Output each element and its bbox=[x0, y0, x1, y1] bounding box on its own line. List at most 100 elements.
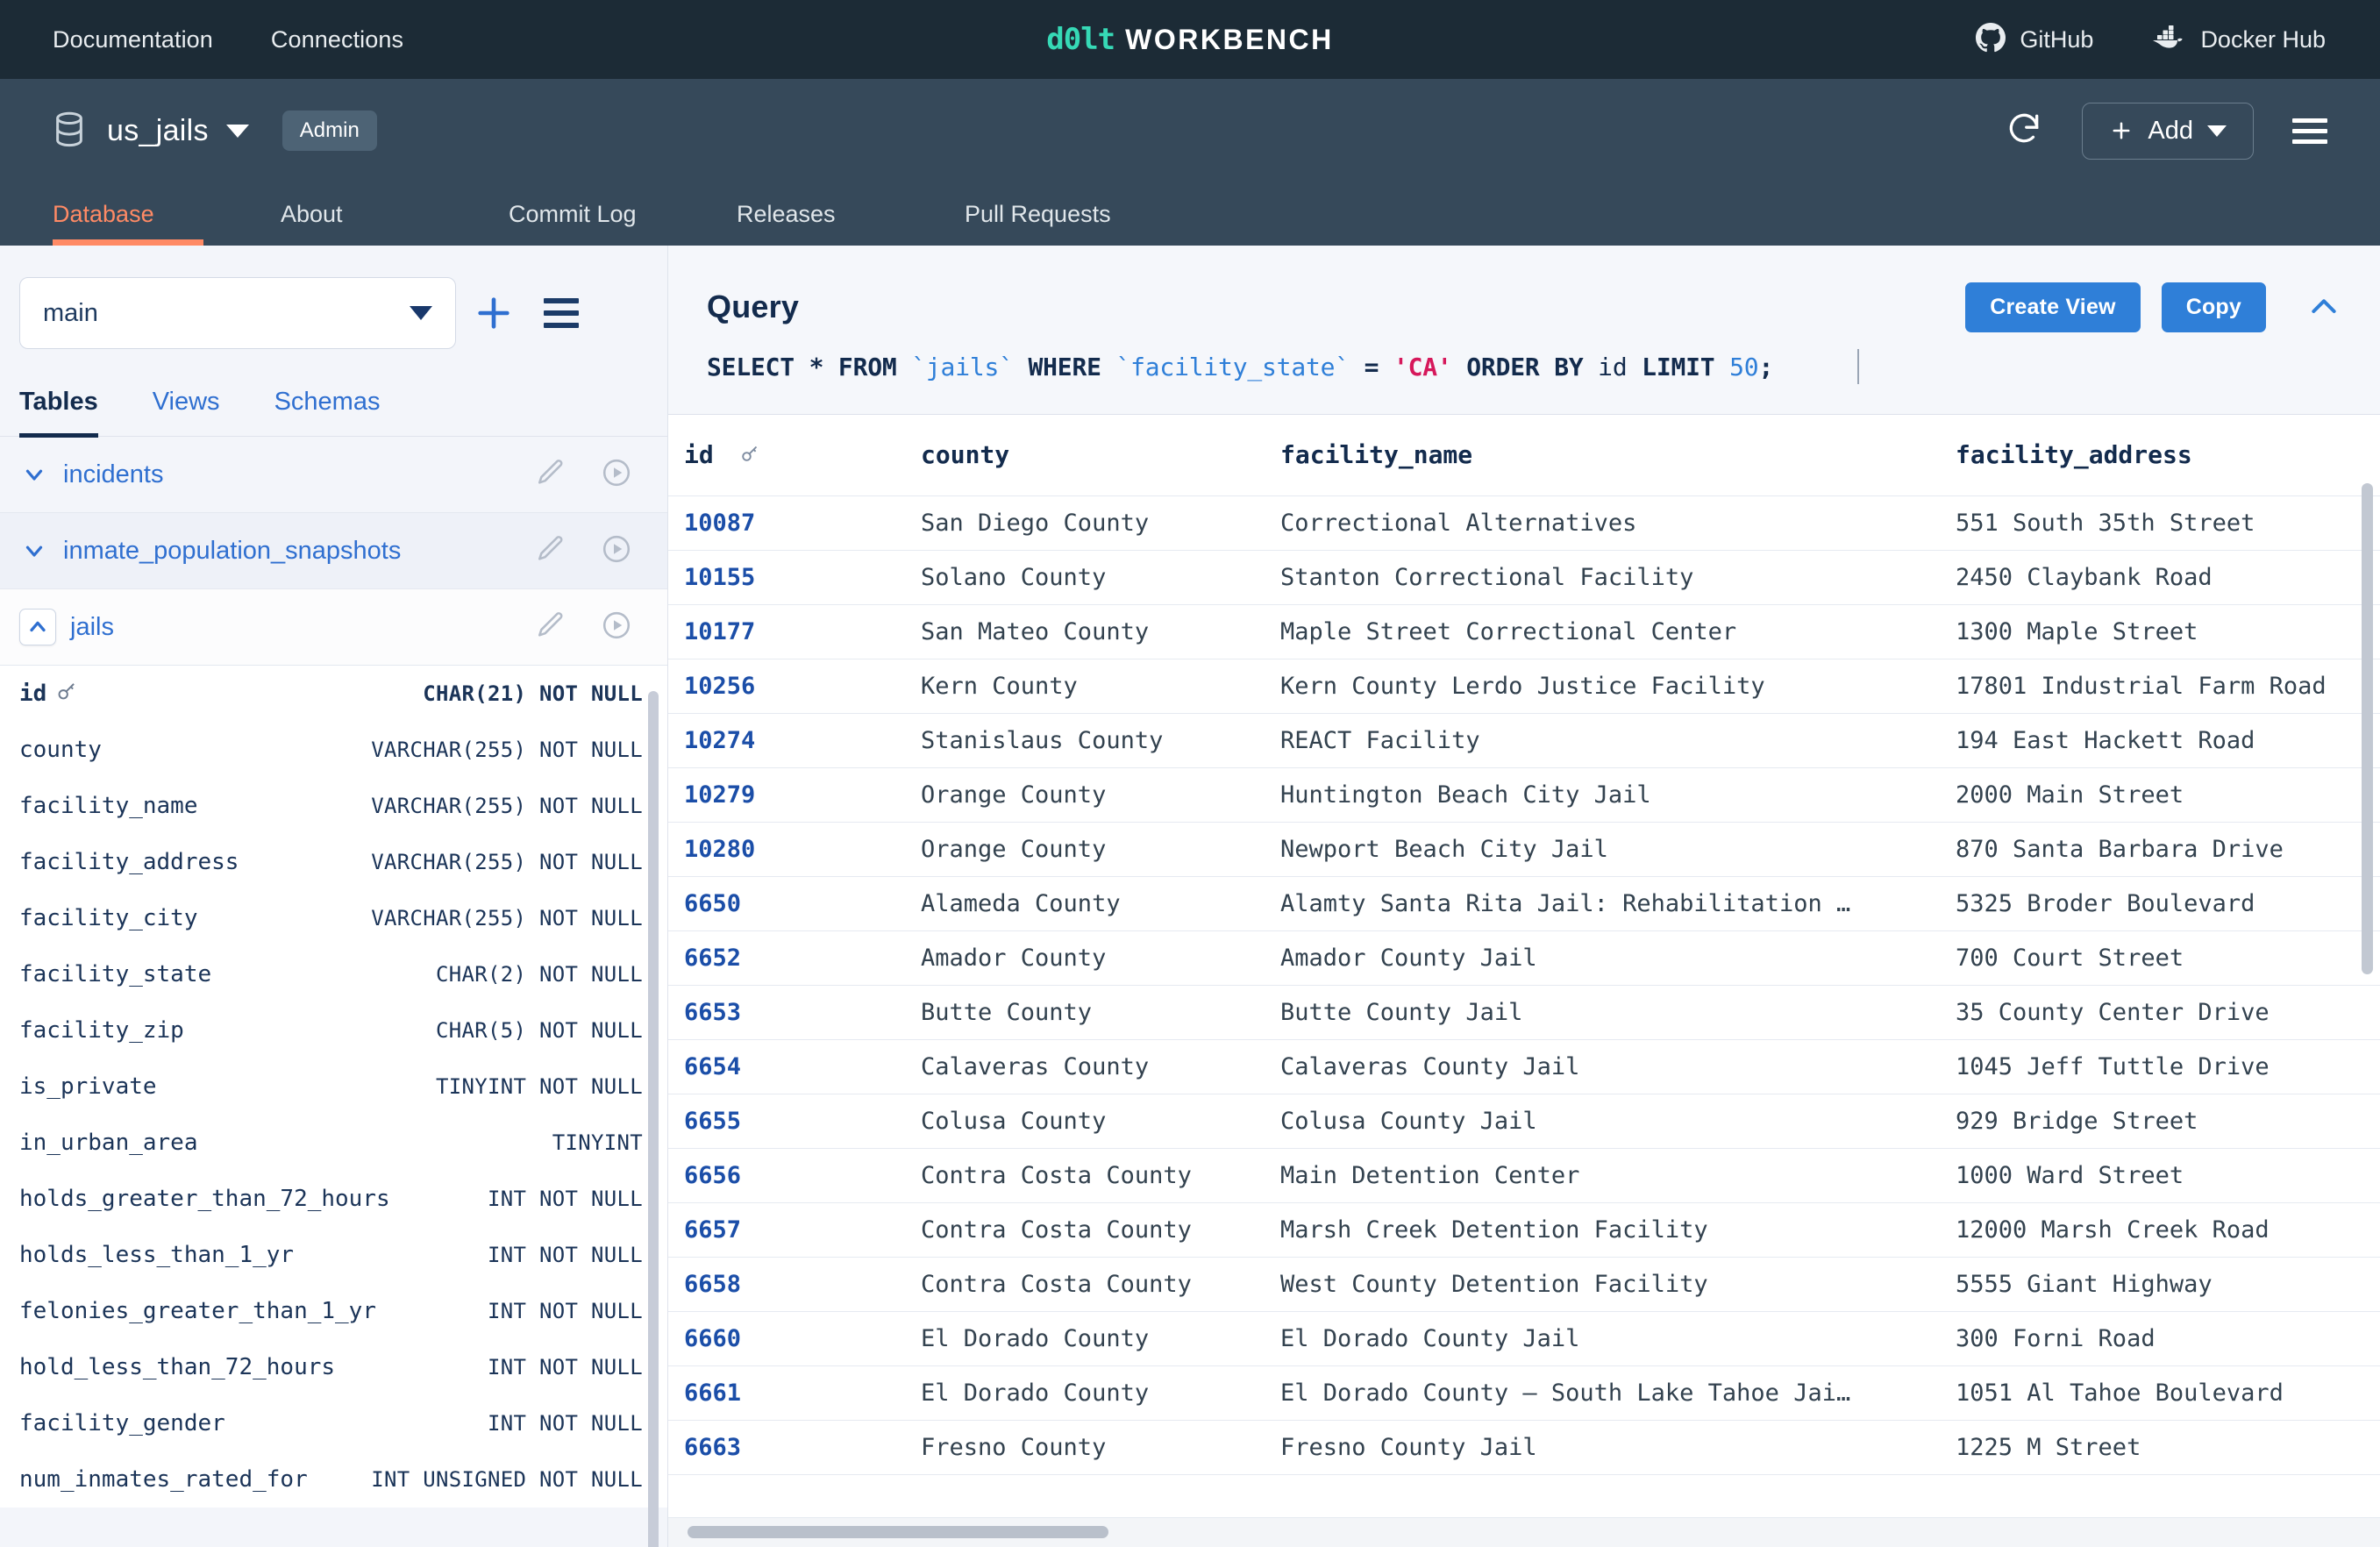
table-row[interactable]: 6654 Calaveras County Calaveras County Jai… bbox=[668, 1039, 2380, 1094]
table-row[interactable]: 6653 Butte County Butte County Jail 35 Coun… bbox=[668, 985, 2380, 1040]
column-list-item[interactable]: facility_address VARCHAR(255) NOT NULL bbox=[0, 834, 667, 890]
tab-database[interactable]: Database bbox=[53, 201, 281, 246]
table-list-item-selected[interactable]: jails bbox=[0, 589, 667, 666]
chevron-down-icon[interactable] bbox=[19, 461, 49, 488]
tab-releases[interactable]: Releases bbox=[737, 201, 965, 246]
column-list-item[interactable]: facility_city VARCHAR(255) NOT NULL bbox=[0, 890, 667, 946]
tab-pull-requests[interactable]: Pull Requests bbox=[965, 201, 1193, 246]
table-row[interactable]: 6656 Contra Costa County Main Detention Ce… bbox=[668, 1148, 2380, 1203]
column-header-facility-name[interactable]: facility_name bbox=[1265, 415, 1940, 496]
table-row[interactable]: 10256 Kern County Kern County Lerdo Justic… bbox=[668, 659, 2380, 714]
column-list-item[interactable]: hold_less_than_72_hours INT NOT NULL bbox=[0, 1339, 667, 1395]
cell-county: San Mateo County bbox=[905, 604, 1265, 659]
cell-id: 10177 bbox=[668, 604, 905, 659]
table-row[interactable]: 6655 Colusa County Colusa County Jail 929 B… bbox=[668, 1094, 2380, 1149]
app-logo[interactable]: d0lt WORKBENCH bbox=[1046, 22, 1333, 57]
run-query-icon[interactable] bbox=[601, 533, 632, 569]
github-link[interactable]: GitHub bbox=[1976, 22, 2093, 57]
sidebar-scrollbar[interactable] bbox=[648, 691, 659, 1547]
table-row[interactable]: 6663 Fresno County Fresno County Jail 1225 … bbox=[668, 1420, 2380, 1475]
sidebar-menu-button[interactable] bbox=[544, 298, 579, 328]
column-name: facility_state bbox=[19, 961, 212, 987]
sidebar-tab-schemas[interactable]: Schemas bbox=[274, 388, 381, 436]
table-row[interactable]: 10279 Orange County Huntington Beach City … bbox=[668, 767, 2380, 823]
column-name: holds_greater_than_72_hours bbox=[19, 1186, 390, 1212]
table-row[interactable]: 10280 Orange County Newport Beach City Jai… bbox=[668, 822, 2380, 877]
table-row[interactable]: 6658 Contra Costa County West County Deten… bbox=[668, 1257, 2380, 1312]
table-name[interactable]: jails bbox=[70, 613, 114, 642]
column-header-facility-address[interactable]: facility_address bbox=[1940, 415, 2380, 496]
chevron-down-icon bbox=[2207, 125, 2227, 137]
cell-facility-address: 35 County Center Drive bbox=[1940, 985, 2380, 1040]
run-query-icon[interactable] bbox=[601, 457, 632, 493]
cell-id: 6653 bbox=[668, 985, 905, 1040]
column-name: facility_city bbox=[19, 905, 198, 931]
table-row[interactable]: 6652 Amador County Amador County Jail 700 C… bbox=[668, 930, 2380, 986]
add-table-button[interactable] bbox=[456, 293, 531, 333]
column-header-county[interactable]: county bbox=[905, 415, 1265, 496]
sidebar-tab-views[interactable]: Views bbox=[153, 388, 220, 436]
column-list-item[interactable]: facility_zip CHAR(5) NOT NULL bbox=[0, 1002, 667, 1059]
table-list-item[interactable]: incidents bbox=[0, 437, 667, 513]
chevron-down-icon[interactable] bbox=[225, 124, 249, 138]
tab-commit-log[interactable]: Commit Log bbox=[509, 201, 737, 246]
chevron-down-icon[interactable] bbox=[19, 538, 49, 564]
chevron-up-icon[interactable] bbox=[19, 609, 56, 645]
admin-badge[interactable]: Admin bbox=[281, 110, 377, 151]
run-query-icon[interactable] bbox=[601, 610, 632, 645]
create-view-button[interactable]: Create View bbox=[1965, 282, 2141, 332]
table-row[interactable]: 10087 San Diego County Correctional Altern… bbox=[668, 495, 2380, 551]
database-name[interactable]: us_jails bbox=[107, 114, 209, 148]
column-list-item[interactable]: holds_less_than_1_yr INT NOT NULL bbox=[0, 1227, 667, 1283]
cell-facility-name: Calaveras County Jail bbox=[1265, 1039, 1940, 1094]
branch-select[interactable]: main bbox=[19, 277, 456, 349]
results-vertical-scrollbar[interactable] bbox=[2362, 483, 2373, 974]
column-type: TINYINT NOT NULL bbox=[436, 1074, 643, 1099]
sidebar-tab-tables[interactable]: Tables bbox=[19, 388, 98, 438]
edit-table-icon[interactable] bbox=[536, 458, 566, 492]
column-list-item[interactable]: facility_name VARCHAR(255) NOT NULL bbox=[0, 778, 667, 834]
table-list-item[interactable]: inmate_population_snapshots bbox=[0, 513, 667, 589]
dockerhub-link[interactable]: Docker Hub bbox=[2151, 25, 2326, 55]
column-list-item[interactable]: in_urban_area TINYINT bbox=[0, 1115, 667, 1171]
sql-editor[interactable]: SELECT * FROM `jails` WHERE `facility_st… bbox=[668, 340, 2380, 415]
edit-table-icon[interactable] bbox=[536, 534, 566, 568]
cell-facility-name: Main Detention Center bbox=[1265, 1148, 1940, 1203]
column-list-item[interactable]: facility_state CHAR(2) NOT NULL bbox=[0, 946, 667, 1002]
header-menu-button[interactable] bbox=[2292, 118, 2327, 144]
refresh-icon[interactable] bbox=[2005, 110, 2043, 153]
cell-county: San Diego County bbox=[905, 495, 1265, 551]
query-header-actions: Create View Copy bbox=[1965, 282, 2341, 332]
edit-table-icon[interactable] bbox=[536, 610, 566, 645]
add-button[interactable]: Add bbox=[2082, 102, 2254, 160]
table-row[interactable]: 10155 Solano County Stanton Correctional F… bbox=[668, 550, 2380, 605]
column-list-item[interactable]: num_inmates_rated_for INT UNSIGNED NOT N… bbox=[0, 1451, 667, 1508]
nav-link-connections[interactable]: Connections bbox=[271, 26, 403, 53]
docker-icon bbox=[2151, 25, 2186, 55]
column-list-item[interactable]: holds_greater_than_72_hours INT NOT NULL bbox=[0, 1171, 667, 1227]
table-row[interactable]: 6650 Alameda County Alamty Santa Rita Jail… bbox=[668, 876, 2380, 931]
table-row[interactable]: 6657 Contra Costa County Marsh Creek Deten… bbox=[668, 1202, 2380, 1258]
table-row[interactable]: 10177 San Mateo County Maple Street Correc… bbox=[668, 604, 2380, 659]
column-list-item[interactable]: facility_gender INT NOT NULL bbox=[0, 1395, 667, 1451]
nav-link-documentation[interactable]: Documentation bbox=[53, 26, 213, 53]
tab-about[interactable]: About bbox=[281, 201, 509, 246]
copy-button[interactable]: Copy bbox=[2161, 282, 2266, 332]
chevron-up-icon[interactable] bbox=[2306, 289, 2341, 324]
cell-facility-address: 2000 Main Street bbox=[1940, 767, 2380, 823]
table-row[interactable]: 6661 El Dorado County El Dorado County – S… bbox=[668, 1365, 2380, 1421]
table-row[interactable]: 6660 El Dorado County El Dorado County Jai… bbox=[668, 1311, 2380, 1366]
github-icon bbox=[1976, 22, 2006, 57]
results-horizontal-scrollbar[interactable] bbox=[688, 1526, 1108, 1538]
cell-facility-address: 5555 Giant Highway bbox=[1940, 1257, 2380, 1312]
column-list-item[interactable]: felonies_greater_than_1_yr INT NOT NULL bbox=[0, 1283, 667, 1339]
table-name[interactable]: inmate_population_snapshots bbox=[63, 537, 401, 566]
column-header-id[interactable]: id bbox=[668, 415, 905, 496]
table-row[interactable]: 10274 Stanislaus County REACT Facility 194 … bbox=[668, 713, 2380, 768]
column-list-item[interactable]: is_private TINYINT NOT NULL bbox=[0, 1059, 667, 1115]
plus-icon bbox=[478, 297, 509, 329]
table-name[interactable]: incidents bbox=[63, 460, 163, 489]
column-list-item[interactable]: id CHAR(21) NOT NULL bbox=[0, 666, 667, 722]
cell-county: Stanislaus County bbox=[905, 713, 1265, 768]
column-list-item[interactable]: county VARCHAR(255) NOT NULL bbox=[0, 722, 667, 778]
